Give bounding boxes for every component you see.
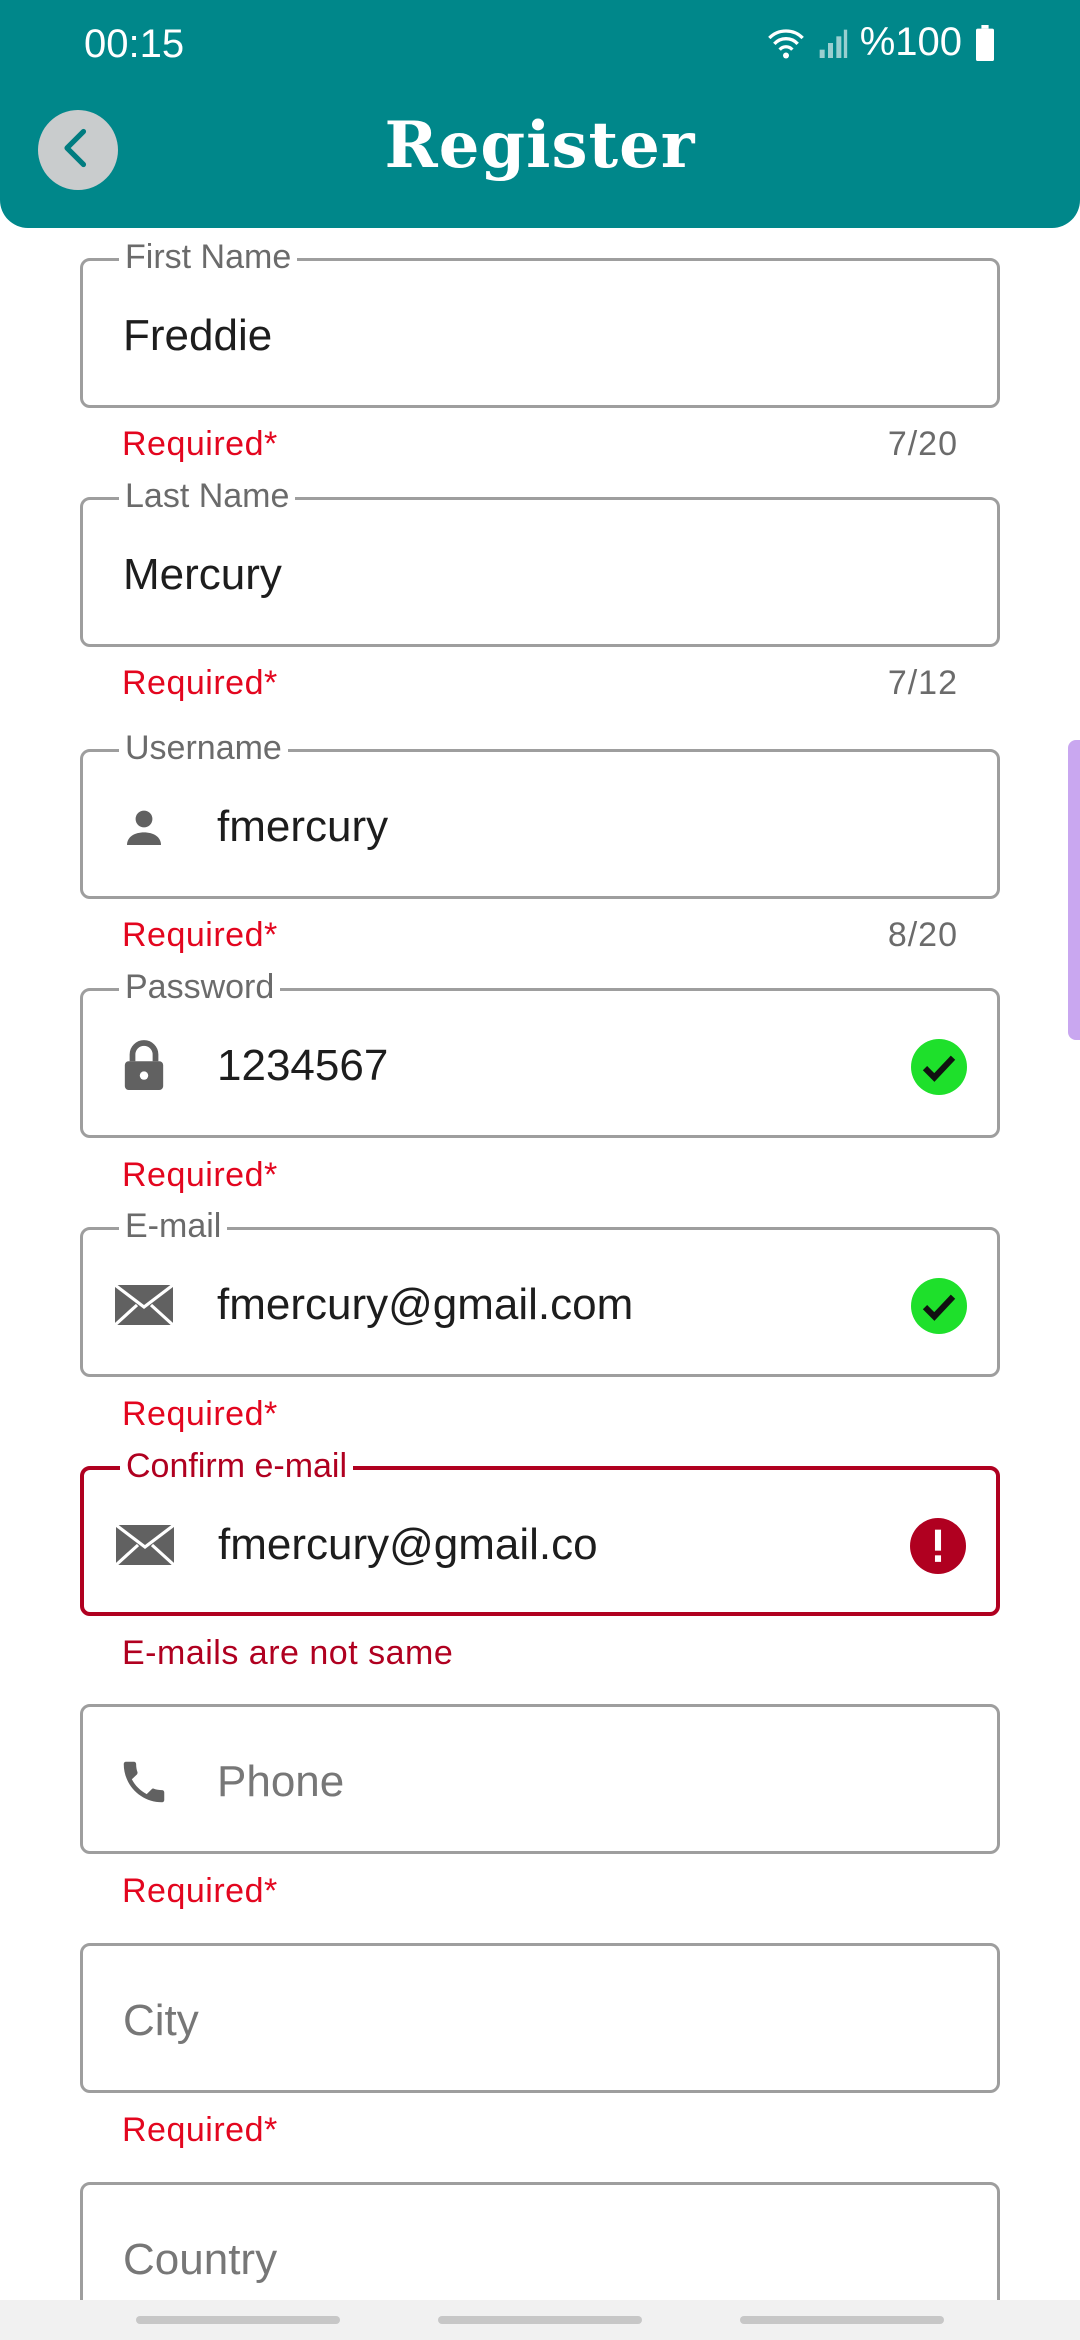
first-name-label: First Name — [119, 237, 298, 277]
confirm-email-field[interactable]: Confirm e-mail fmercury@gmail.co — [80, 1446, 1000, 1616]
battery-icon — [974, 24, 996, 61]
username-helper: Required* — [122, 916, 278, 954]
city-placeholder: City — [123, 1996, 199, 2045]
email-value: fmercury@gmail.com — [217, 1280, 634, 1329]
error-circle-icon — [910, 1518, 966, 1574]
last-name-field[interactable]: Last Name Mercury — [80, 476, 1000, 647]
mail-icon — [109, 1274, 179, 1336]
status-indicators: %100 — [766, 20, 996, 65]
page-title: Register — [384, 108, 696, 183]
register-form: First Name Freddie Required* 7/20 Last N… — [0, 0, 1080, 2332]
email-label: E-mail — [119, 1206, 228, 1246]
last-name-label: Last Name — [119, 476, 296, 516]
first-name-counter: 7/20 — [887, 425, 958, 463]
phone-icon — [109, 1751, 179, 1813]
confirm-email-error: E-mails are not same — [122, 1634, 454, 1672]
username-label: Username — [119, 728, 288, 768]
scrollbar-thumb[interactable] — [1068, 740, 1080, 1040]
password-field[interactable]: Password 1234567 — [80, 967, 1000, 1138]
confirm-email-label: Confirm e-mail — [120, 1446, 354, 1486]
status-time: 00:15 — [84, 22, 185, 66]
username-value: fmercury — [217, 802, 389, 851]
wifi-icon — [766, 26, 806, 60]
city-field[interactable]: City — [80, 1943, 1000, 2093]
check-circle-icon — [911, 1278, 967, 1334]
nav-recents-handle[interactable] — [136, 2316, 340, 2324]
phone-placeholder: Phone — [217, 1757, 345, 1806]
first-name-field[interactable]: First Name Freddie — [80, 237, 1000, 408]
last-name-counter: 7/12 — [887, 664, 958, 702]
lock-icon — [109, 1035, 179, 1097]
check-circle-icon — [911, 1039, 967, 1095]
email-helper: Required* — [122, 1395, 278, 1433]
username-counter: 8/20 — [887, 916, 958, 954]
username-field[interactable]: Username fmercury — [80, 728, 1000, 899]
first-name-value: Freddie — [123, 311, 273, 360]
person-icon — [109, 796, 179, 858]
password-value: 1234567 — [217, 1041, 389, 1090]
system-nav-bar — [0, 2300, 1080, 2340]
first-name-helper: Required* — [122, 425, 278, 463]
phone-field[interactable]: Phone — [80, 1704, 1000, 1854]
nav-home-handle[interactable] — [438, 2316, 642, 2324]
battery-percent: %100 — [859, 20, 962, 64]
phone-helper: Required* — [122, 1872, 278, 1910]
city-helper: Required* — [122, 2111, 278, 2149]
mail-icon — [110, 1514, 180, 1576]
confirm-email-value: fmercury@gmail.co — [218, 1520, 598, 1569]
country-placeholder: Country — [123, 2235, 278, 2284]
last-name-helper: Required* — [122, 664, 278, 702]
password-label: Password — [119, 967, 281, 1007]
signal-icon — [818, 26, 848, 60]
app-bar: 00:15 %100 Register — [0, 0, 1080, 228]
email-field[interactable]: E-mail fmercury@gmail.com — [80, 1206, 1000, 1377]
password-helper: Required* — [122, 1156, 278, 1194]
nav-back-handle[interactable] — [740, 2316, 944, 2324]
last-name-value: Mercury — [123, 550, 282, 599]
